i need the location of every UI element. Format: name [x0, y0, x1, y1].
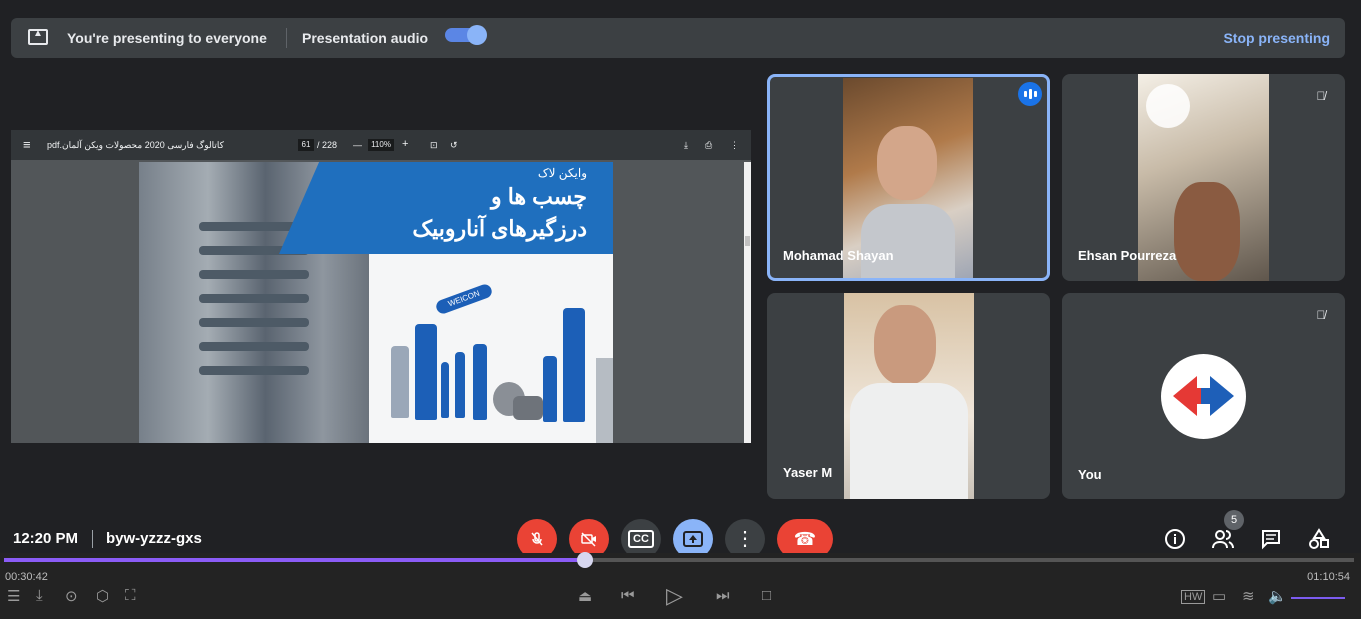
mic-off-icon: 🎙̸: [1316, 308, 1326, 322]
pdf-page: وایکن لاک چسب ها و درزگیرهای آناروبیک WE…: [139, 162, 613, 443]
people-icon: [1212, 530, 1234, 549]
presentation-audio-label: Presentation audio: [302, 30, 429, 46]
hang-up-icon: ☎: [793, 529, 817, 549]
participant-tile[interactable]: 🎙̸ Ehsan Pourreza: [1062, 74, 1345, 281]
screenshot-icon[interactable]: ⛶: [125, 587, 136, 604]
catalog-banner: وایکن لاک چسب ها و درزگیرهای آناروبیک: [279, 162, 613, 254]
captions-icon: CC: [628, 530, 654, 548]
page-number-input[interactable]: 61: [298, 139, 314, 151]
banner-line-1: وایکن لاک: [537, 166, 587, 180]
elapsed-time: 00:30:42: [5, 571, 48, 583]
volume-slider[interactable]: [1291, 597, 1345, 599]
participant-name: You: [1078, 467, 1102, 482]
info-icon: [1165, 529, 1185, 549]
divider: [286, 28, 287, 48]
eject-icon[interactable]: ⏏: [578, 587, 592, 605]
presenting-bar: You're presenting to everyone Presentati…: [11, 18, 1345, 58]
present-screen-icon: [683, 531, 703, 547]
meeting-clock: 12:20 PM: [13, 530, 79, 547]
volume-icon[interactable]: 🔈: [1268, 587, 1287, 605]
more-options-icon[interactable]: ⋮: [730, 140, 739, 151]
banner-line-2: چسب ها و: [491, 184, 587, 209]
company-logo-icon: [1173, 376, 1234, 416]
more-vert-icon: ⋮: [735, 528, 755, 550]
participant-name: Mohamad Shayan: [783, 248, 894, 263]
participant-name: Ehsan Pourreza: [1078, 248, 1177, 263]
pdf-filename: کاتالوگ فارسی 2020 محصولات ویکن آلمان.pd…: [47, 140, 224, 150]
mic-off-icon: [531, 532, 543, 546]
activities-icon: [1309, 528, 1329, 549]
participant-name: Yaser M: [783, 465, 833, 480]
shared-screen-pdf-viewer[interactable]: ≡ کاتالوگ فارسی 2020 محصولات ویکن آلمان.…: [11, 130, 751, 443]
participant-tile-self[interactable]: 🎙̸ You: [1062, 293, 1345, 499]
activities-button[interactable]: [1306, 528, 1332, 552]
mic-off-icon: 🎙̸: [1316, 89, 1326, 103]
vr-icon[interactable]: ⊙: [65, 587, 78, 605]
3d-cube-icon[interactable]: ⬡: [96, 587, 109, 605]
menu-icon[interactable]: ≡: [23, 137, 31, 152]
video-player-bar: 00:30:42 01:10:54 ☰ ⤓ ⊙ ⬡ ⛶ ⏏ ⏮ ▷ ⏭ □ HW…: [0, 552, 1361, 619]
chat-icon: [1262, 530, 1280, 550]
fit-page-icon[interactable]: ⊡: [430, 140, 438, 151]
total-time: 01:10:54: [1307, 571, 1350, 583]
avatar: [1161, 354, 1246, 439]
pdf-scrollbar[interactable]: [744, 162, 751, 443]
presentation-audio-toggle[interactable]: [445, 25, 487, 45]
pdf-toolbar: ≡ کاتالوگ فارسی 2020 محصولات ویکن آلمان.…: [11, 130, 751, 160]
products-photo: WEICON: [369, 254, 613, 443]
download-icon[interactable]: ⤓: [684, 140, 688, 151]
play-icon[interactable]: ▷: [666, 583, 683, 609]
meeting-code: byw-yzzz-gxs: [106, 530, 202, 547]
speaking-indicator-icon: [1018, 82, 1042, 106]
zoom-level-input[interactable]: 110%: [368, 139, 394, 151]
print-icon[interactable]: ⎙: [705, 140, 712, 151]
toggle-knob: [467, 25, 487, 45]
page-total: / 228: [317, 140, 338, 150]
present-screen-icon: [28, 28, 48, 45]
download-icon[interactable]: ⤓: [36, 587, 43, 604]
zoom-out-icon[interactable]: —: [353, 140, 362, 150]
presenting-status-text: You're presenting to everyone: [67, 30, 267, 46]
previous-icon[interactable]: ⏮: [621, 587, 635, 604]
divider: [92, 530, 93, 548]
camera-off-icon: [581, 532, 596, 547]
participant-tile[interactable]: Yaser M: [767, 293, 1050, 499]
meeting-details-button[interactable]: [1162, 528, 1188, 552]
zoom-in-icon[interactable]: +: [402, 138, 408, 150]
audio-wave-icon[interactable]: ≋: [1242, 587, 1255, 605]
participant-count-badge: 5: [1224, 510, 1244, 530]
banner-line-3: درزگیرهای آناروبیک: [412, 216, 587, 241]
participant-video: [844, 293, 974, 499]
hw-decode-icon[interactable]: HW: [1181, 590, 1206, 604]
playlist-icon[interactable]: ☰: [7, 587, 20, 605]
rotate-icon[interactable]: ↺: [450, 140, 458, 151]
stop-presenting-button[interactable]: Stop presenting: [1223, 30, 1330, 46]
brand-logo: WEICON: [434, 282, 494, 316]
seek-handle[interactable]: [577, 552, 593, 568]
chat-button[interactable]: [1258, 528, 1284, 552]
people-button[interactable]: [1210, 528, 1236, 552]
seek-progress: [4, 558, 585, 562]
participant-tile[interactable]: Mohamad Shayan: [767, 74, 1050, 281]
next-icon[interactable]: ⏭: [716, 587, 730, 604]
stop-icon[interactable]: □: [762, 587, 771, 604]
subtitles-icon[interactable]: ▭: [1212, 587, 1226, 605]
